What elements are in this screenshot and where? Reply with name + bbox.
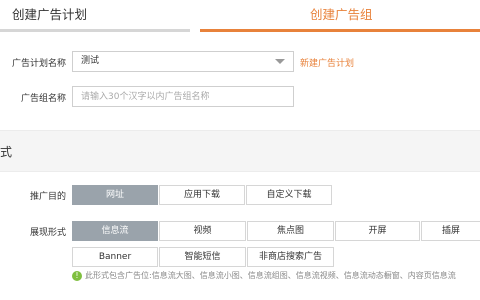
display-option-smart-sms[interactable]: 智能短信 — [159, 247, 246, 267]
group-name-label: 广告组名称 — [20, 94, 66, 104]
promo-goal-label: 推广目的 — [29, 192, 66, 202]
display-form-label: 展现形式 — [29, 228, 66, 238]
section-title: 式 — [0, 145, 13, 159]
display-option-splash[interactable]: 开屏 — [335, 221, 420, 241]
display-option-banner[interactable]: Banner — [72, 247, 158, 267]
promo-option-url[interactable]: 网址 — [72, 185, 158, 205]
display-option-video[interactable]: 视频 — [159, 221, 246, 241]
display-form-note-text: 此形式包含广告位:信息流大图、信息流小图、信息流组图、信息流视频、信息流动态橱窗… — [85, 271, 456, 280]
plan-name-select[interactable]: 测试 — [72, 51, 294, 72]
step-tabs: 创建广告计划 创建广告组 — [0, 0, 480, 32]
display-option-non-store-search[interactable]: 非商店搜索广告 — [247, 247, 334, 267]
display-option-focus-image[interactable]: 焦点图 — [247, 221, 334, 241]
tab-underline-active — [200, 29, 480, 32]
display-form-note: ! 此形式包含广告位:信息流大图、信息流小图、信息流组图、信息流视频、信息流动态橱… — [72, 270, 456, 281]
promo-option-custom-download[interactable]: 自定义下载 — [246, 185, 332, 205]
tab-create-plan[interactable]: 创建广告计划 — [0, 0, 190, 30]
display-option-feed[interactable]: 信息流 — [72, 221, 158, 241]
promo-option-app-download[interactable]: 应用下载 — [159, 185, 245, 205]
plan-name-value: 测试 — [81, 56, 100, 66]
new-plan-link[interactable]: 新建广告计划 — [300, 56, 354, 69]
plan-name-label: 广告计划名称 — [11, 59, 66, 69]
tab-underline-inactive — [0, 29, 190, 32]
info-icon: ! — [72, 270, 82, 281]
group-name-input[interactable] — [72, 86, 294, 107]
chevron-down-icon — [275, 59, 285, 64]
section-header: 式 — [0, 130, 480, 172]
display-option-interstitial[interactable]: 插屏 — [421, 221, 480, 241]
tab-create-group[interactable]: 创建广告组 — [200, 0, 480, 30]
